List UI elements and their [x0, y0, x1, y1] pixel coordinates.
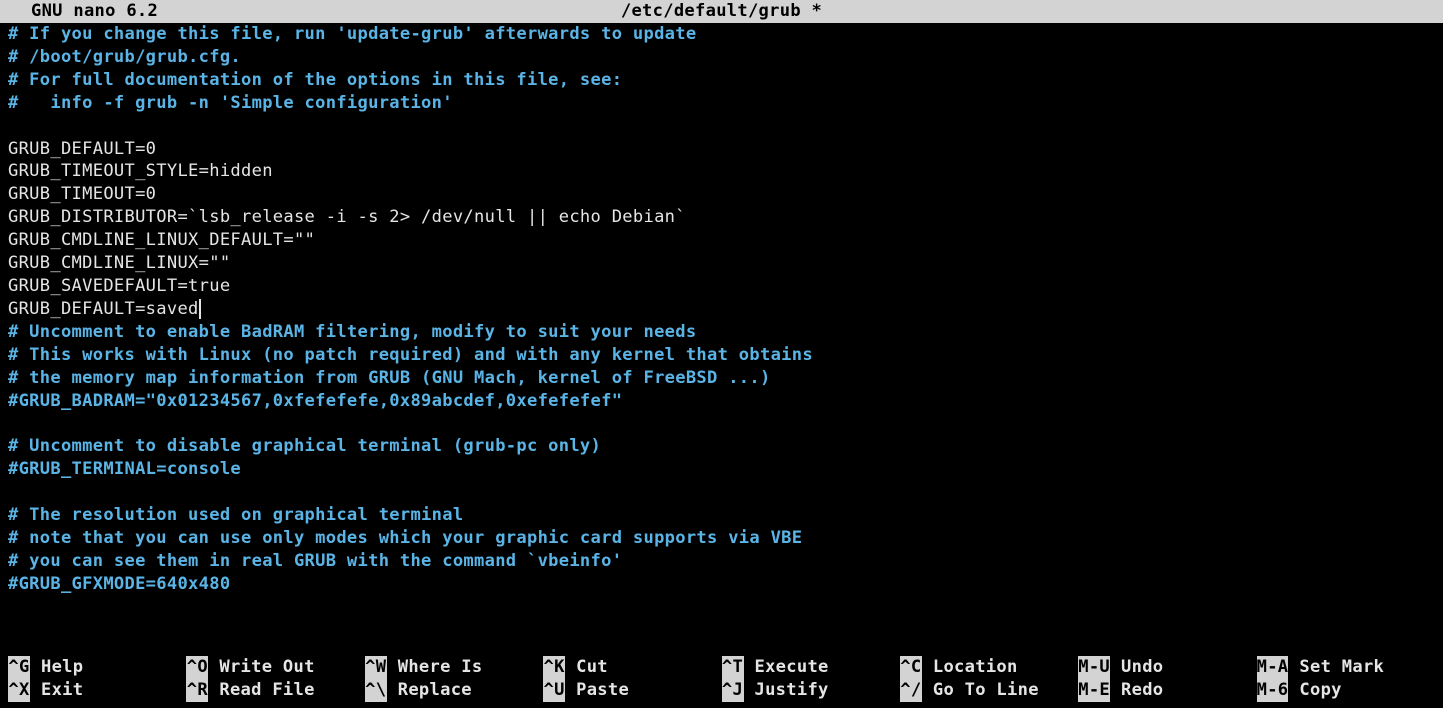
editor-line: # /boot/grub/grub.cfg. — [8, 46, 1443, 69]
shortcut-write-out[interactable]: ^O Write Out — [186, 656, 364, 679]
editor-line — [8, 412, 1443, 435]
editor-line: GRUB_DEFAULT=0 — [8, 138, 1443, 161]
editor-line — [8, 115, 1443, 138]
shortcut-key: M-E — [1078, 679, 1110, 702]
shortcut-key: ^U — [543, 679, 565, 702]
shortcut-read-file[interactable]: ^R Read File — [186, 679, 364, 702]
editor-line: # The resolution used on graphical termi… — [8, 504, 1443, 527]
editor-line: # note that you can use only modes which… — [8, 527, 1443, 550]
editor-line: # info -f grub -n 'Simple configuration' — [8, 92, 1443, 115]
shortcut-label: Replace — [398, 679, 472, 702]
shortcut-label: Help — [41, 656, 83, 679]
shortcut-undo[interactable]: M-U Undo — [1078, 656, 1256, 679]
editor-line: GRUB_CMDLINE_LINUX_DEFAULT="" — [8, 229, 1443, 252]
cursor-icon — [199, 299, 201, 319]
shortcut-justify[interactable]: ^J Justify — [722, 679, 900, 702]
shortcut-key: ^O — [186, 656, 208, 679]
shortcut-key: ^R — [186, 679, 208, 702]
shortcut-key: ^\ — [365, 679, 387, 702]
shortcut-key: ^T — [722, 656, 744, 679]
editor-line: # This works with Linux (no patch requir… — [8, 344, 1443, 367]
shortcut-set-mark[interactable]: M-A Set Mark — [1257, 656, 1435, 679]
editor-line: # you can see them in real GRUB with the… — [8, 550, 1443, 573]
shortcut-key: ^C — [900, 656, 922, 679]
shortcut-label: Copy — [1299, 679, 1341, 702]
editor-line: GRUB_TIMEOUT=0 — [8, 183, 1443, 206]
shortcut-label: Redo — [1121, 679, 1163, 702]
shortcut-copy[interactable]: M-6 Copy — [1257, 679, 1435, 702]
editor-line: # If you change this file, run 'update-g… — [8, 23, 1443, 46]
shortcut-paste[interactable]: ^U Paste — [543, 679, 721, 702]
shortcut-replace[interactable]: ^\ Replace — [365, 679, 543, 702]
editor-line: # Uncomment to disable graphical termina… — [8, 435, 1443, 458]
shortcut-label: Cut — [576, 656, 608, 679]
shortcut-label: Location — [933, 656, 1018, 679]
shortcut-key: ^J — [722, 679, 744, 702]
shortcuts-bar: ^G Help ^O Write Out ^W Where Is ^K Cut ^T Execut… — [8, 656, 1435, 702]
shortcut-label: Go To Line — [933, 679, 1039, 702]
shortcut-key: M-A — [1257, 656, 1289, 679]
shortcut-redo[interactable]: M-E Redo — [1078, 679, 1256, 702]
editor-line: GRUB_DEFAULT=saved — [8, 298, 1443, 321]
shortcut-key: ^G — [8, 656, 30, 679]
editor-line: #GRUB_BADRAM="0x01234567,0xfefefefe,0x89… — [8, 390, 1443, 413]
editor-line: #GRUB_TERMINAL=console — [8, 458, 1443, 481]
shortcut-key: M-U — [1078, 656, 1110, 679]
shortcut-key: ^K — [543, 656, 565, 679]
editor-line: GRUB_CMDLINE_LINUX="" — [8, 252, 1443, 275]
shortcut-label: Read File — [219, 679, 314, 702]
title-bar: GNU nano 6.2 /etc/default/grub * — [0, 0, 1443, 23]
shortcut-execute[interactable]: ^T Execute — [722, 656, 900, 679]
shortcut-location[interactable]: ^C Location — [900, 656, 1078, 679]
shortcut-where-is[interactable]: ^W Where Is — [365, 656, 543, 679]
filename: /etc/default/grub * — [621, 0, 822, 23]
shortcut-help[interactable]: ^G Help — [8, 656, 186, 679]
shortcut-label: Undo — [1121, 656, 1163, 679]
shortcut-label: Exit — [41, 679, 83, 702]
editor-content[interactable]: # If you change this file, run 'update-g… — [0, 23, 1443, 596]
editor-line: #GRUB_GFXMODE=640x480 — [8, 573, 1443, 596]
shortcut-label: Where Is — [398, 656, 483, 679]
shortcut-exit[interactable]: ^X Exit — [8, 679, 186, 702]
shortcut-key: ^X — [8, 679, 30, 702]
shortcut-label: Paste — [576, 679, 629, 702]
editor-line: GRUB_SAVEDEFAULT=true — [8, 275, 1443, 298]
shortcut-label: Set Mark — [1299, 656, 1384, 679]
editor-line — [8, 481, 1443, 504]
editor-line: GRUB_TIMEOUT_STYLE=hidden — [8, 160, 1443, 183]
editor-line: # Uncomment to enable BadRAM filtering, … — [8, 321, 1443, 344]
editor-line: GRUB_DISTRIBUTOR=`lsb_release -i -s 2> /… — [8, 206, 1443, 229]
shortcut-key: ^/ — [900, 679, 922, 702]
shortcut-label: Write Out — [219, 656, 314, 679]
shortcut-label: Execute — [755, 656, 829, 679]
shortcut-label: Justify — [755, 679, 829, 702]
app-name: GNU nano 6.2 — [31, 0, 158, 23]
shortcut-key: ^W — [365, 656, 387, 679]
editor-line: # the memory map information from GRUB (… — [8, 367, 1443, 390]
shortcut-go-to-line[interactable]: ^/ Go To Line — [900, 679, 1078, 702]
shortcut-key: M-6 — [1257, 679, 1289, 702]
shortcut-cut[interactable]: ^K Cut — [543, 656, 721, 679]
editor-line: # For full documentation of the options … — [8, 69, 1443, 92]
